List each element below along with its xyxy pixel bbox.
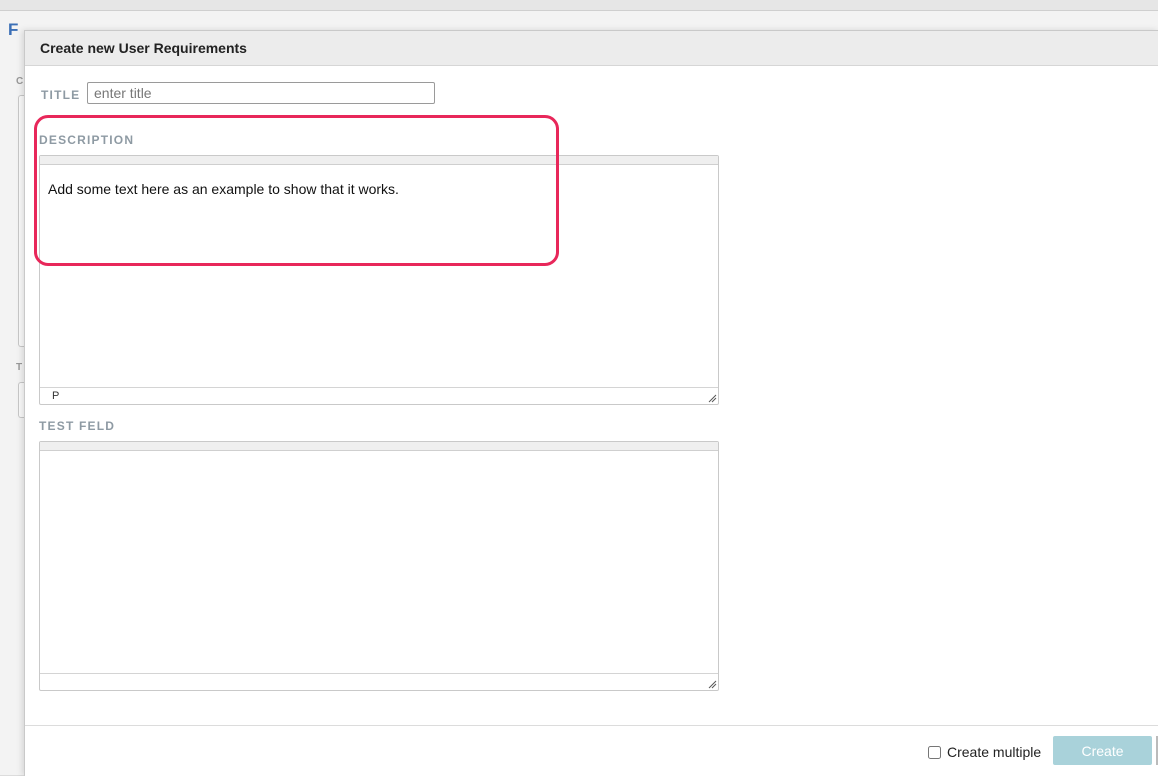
- title-input[interactable]: [87, 82, 435, 104]
- description-text: Add some text here as an example to show…: [48, 181, 399, 197]
- test-feld-label: TEST FELD: [39, 419, 116, 433]
- test-feld-editor-statusbar: [40, 673, 718, 690]
- description-editor-statusbar: P: [40, 387, 718, 404]
- description-label: DESCRIPTION: [39, 133, 135, 147]
- resize-handle-icon[interactable]: [707, 679, 717, 689]
- resize-handle-icon[interactable]: [707, 393, 717, 403]
- description-editor[interactable]: Add some text here as an example to show…: [39, 155, 719, 405]
- create-multiple-option[interactable]: Create multiple: [928, 744, 1041, 760]
- footer-divider: [25, 725, 1158, 726]
- description-path-indicator: P: [52, 390, 60, 402]
- test-feld-editor-toolbar: [40, 442, 718, 451]
- create-multiple-checkbox[interactable]: [928, 745, 941, 759]
- dialog-title: Create new User Requirements: [40, 40, 247, 56]
- dialog-header: Create new User Requirements: [25, 31, 1158, 66]
- create-multiple-label: Create multiple: [947, 744, 1042, 760]
- create-button[interactable]: Create: [1053, 736, 1152, 765]
- description-editor-toolbar: [40, 156, 718, 165]
- background-label-c: C: [16, 76, 24, 87]
- description-editor-body[interactable]: Add some text here as an example to show…: [40, 165, 718, 197]
- create-user-requirements-dialog: Create new User Requirements TITLE DESCR…: [24, 30, 1158, 776]
- title-label: TITLE: [41, 88, 81, 102]
- background-label-t: T: [16, 362, 23, 373]
- app-top-bar: [0, 0, 1158, 11]
- app-page-title: F: [8, 20, 20, 39]
- test-feld-editor[interactable]: [39, 441, 719, 691]
- test-feld-editor-body[interactable]: [40, 451, 718, 467]
